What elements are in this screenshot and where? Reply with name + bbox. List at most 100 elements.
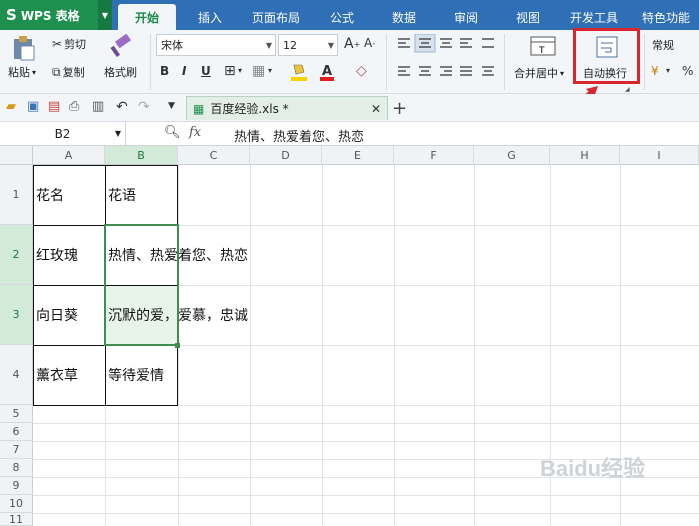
- tab-special[interactable]: 特色功能: [634, 4, 698, 30]
- font-color-icon[interactable]: A: [319, 62, 335, 82]
- row-header[interactable]: 1: [0, 165, 33, 225]
- tab-view[interactable]: 视图: [504, 4, 552, 30]
- merge-cells-icon[interactable]: ▦: [252, 63, 265, 79]
- fx-button[interactable]: fx: [189, 125, 201, 140]
- cell-B1[interactable]: 花语: [106, 165, 136, 225]
- copy-button[interactable]: ⧉ 复制: [52, 64, 85, 80]
- row-header[interactable]: 9: [0, 477, 33, 495]
- wrap-text-icon[interactable]: [596, 36, 618, 58]
- row-header[interactable]: 7: [0, 441, 33, 459]
- number-format-select[interactable]: 常规: [648, 34, 699, 56]
- new-tab-icon[interactable]: +: [392, 98, 407, 119]
- print-preview-icon[interactable]: ▥: [92, 99, 104, 114]
- open-folder-icon[interactable]: ▰: [6, 99, 16, 114]
- cell-A4[interactable]: 薰衣草: [34, 345, 78, 405]
- document-title: 百度经验.xls *: [210, 102, 289, 116]
- tab-page-layout[interactable]: 页面布局: [242, 4, 310, 30]
- spreadsheet-grid[interactable]: A B C D E F G H I 1 2 3 4 5 6 7 8 9 10 1…: [0, 146, 699, 526]
- row-header[interactable]: 4: [0, 345, 33, 405]
- grid-line: [33, 423, 699, 424]
- column-header[interactable]: I: [620, 146, 699, 165]
- cell-B2[interactable]: 热情、热爱着您、热恋: [106, 225, 248, 285]
- tab-developer[interactable]: 开发工具: [562, 4, 626, 30]
- dialog-launcher-icon[interactable]: ◢: [625, 86, 630, 93]
- chevron-down-icon: ▼: [265, 40, 272, 50]
- save-icon[interactable]: ▣: [27, 99, 39, 114]
- row-header[interactable]: 3: [0, 285, 33, 345]
- tab-review[interactable]: 审阅: [442, 4, 490, 30]
- wps-logo-icon: S: [6, 6, 17, 24]
- fill-color-icon[interactable]: [290, 62, 308, 82]
- cell-A2[interactable]: 红玫瑰: [34, 225, 78, 285]
- cell-A1[interactable]: 花名: [34, 165, 64, 225]
- chevron-down-icon: ▼: [327, 40, 334, 50]
- column-header[interactable]: A: [33, 146, 105, 165]
- svg-text:T: T: [538, 46, 545, 56]
- column-header[interactable]: B: [105, 146, 178, 165]
- row-header[interactable]: 5: [0, 405, 33, 423]
- merge-center-icon[interactable]: T: [530, 34, 556, 58]
- wrap-text-button[interactable]: 自动换行: [583, 65, 627, 81]
- column-header[interactable]: G: [474, 146, 550, 165]
- name-box[interactable]: B2 ▼: [0, 122, 126, 145]
- cell-B3[interactable]: 沉默的爱，爱慕，忠诚: [106, 285, 248, 345]
- select-all-corner[interactable]: [0, 146, 33, 165]
- increase-font-icon[interactable]: A +: [344, 36, 360, 52]
- customize-toolbar-icon[interactable]: ▼: [168, 101, 175, 111]
- font-name-select[interactable]: 宋体 ▼: [156, 34, 276, 56]
- tab-data[interactable]: 数据: [380, 4, 428, 30]
- close-icon[interactable]: ✕: [371, 102, 381, 116]
- row-header[interactable]: 8: [0, 459, 33, 477]
- cut-button[interactable]: ✂ 剪切: [52, 36, 86, 52]
- undo-icon[interactable]: ↶: [116, 99, 128, 115]
- column-header[interactable]: E: [322, 146, 394, 165]
- decrease-font-icon[interactable]: A-: [364, 36, 375, 50]
- ribbon-separator: [644, 34, 645, 90]
- row-header[interactable]: 11: [0, 513, 33, 526]
- row-header[interactable]: 10: [0, 495, 33, 513]
- chevron-down-icon[interactable]: ▼: [98, 0, 112, 30]
- column-header[interactable]: H: [550, 146, 620, 165]
- italic-button[interactable]: I: [182, 64, 186, 78]
- bold-button[interactable]: B: [160, 64, 169, 78]
- currency-icon[interactable]: ¥: [651, 64, 659, 78]
- format-painter-icon[interactable]: [108, 33, 134, 60]
- ribbon-separator: [386, 34, 387, 90]
- formula-input[interactable]: 热情、热爱着您、热恋: [234, 126, 364, 145]
- border-icon[interactable]: ⊞: [224, 63, 236, 79]
- print-icon[interactable]: ⎙: [69, 99, 79, 114]
- zoom-function-icon[interactable]: 🔍︎: [164, 125, 181, 140]
- tab-formulas[interactable]: 公式: [318, 4, 366, 30]
- column-header[interactable]: F: [394, 146, 474, 165]
- watermark: Baidu经验: [540, 456, 646, 481]
- underline-button[interactable]: U: [201, 64, 211, 78]
- column-header[interactable]: C: [178, 146, 250, 165]
- font-size-select[interactable]: 12 ▼: [278, 34, 338, 56]
- redo-icon[interactable]: ↷: [138, 99, 150, 115]
- app-name: WPS 表格: [20, 8, 80, 23]
- paste-button[interactable]: 粘贴 ▾: [8, 64, 36, 80]
- percent-button[interactable]: %: [682, 64, 693, 78]
- export-pdf-icon[interactable]: ▤: [48, 99, 60, 114]
- tab-home[interactable]: 开始: [118, 4, 176, 30]
- svg-text:A: A: [322, 64, 332, 79]
- row-header[interactable]: 6: [0, 423, 33, 441]
- row-header[interactable]: 2: [0, 225, 33, 285]
- chevron-down-icon[interactable]: ▾: [268, 66, 272, 75]
- paste-icon[interactable]: [10, 34, 38, 62]
- document-tab[interactable]: ▦ 百度经验.xls * ✕: [186, 96, 388, 120]
- cell-B4[interactable]: 等待爱情: [106, 345, 164, 405]
- chevron-down-icon: ▼: [114, 129, 121, 138]
- chevron-down-icon[interactable]: ▾: [666, 66, 670, 75]
- merge-center-button[interactable]: 合并居中 ▾: [514, 65, 564, 81]
- column-header[interactable]: D: [250, 146, 322, 165]
- cell-A3[interactable]: 向日葵: [34, 285, 78, 345]
- copy-icon: ⧉: [52, 64, 61, 79]
- format-painter-button[interactable]: 格式刷: [104, 64, 137, 80]
- clear-format-icon[interactable]: ◇: [356, 63, 367, 79]
- chevron-down-icon[interactable]: ▾: [238, 66, 242, 75]
- spreadsheet-file-icon: ▦: [193, 101, 205, 116]
- tab-insert[interactable]: 插入: [186, 4, 234, 30]
- app-logo-button[interactable]: S WPS 表格 ▼: [0, 0, 112, 30]
- grid-line: [33, 513, 699, 514]
